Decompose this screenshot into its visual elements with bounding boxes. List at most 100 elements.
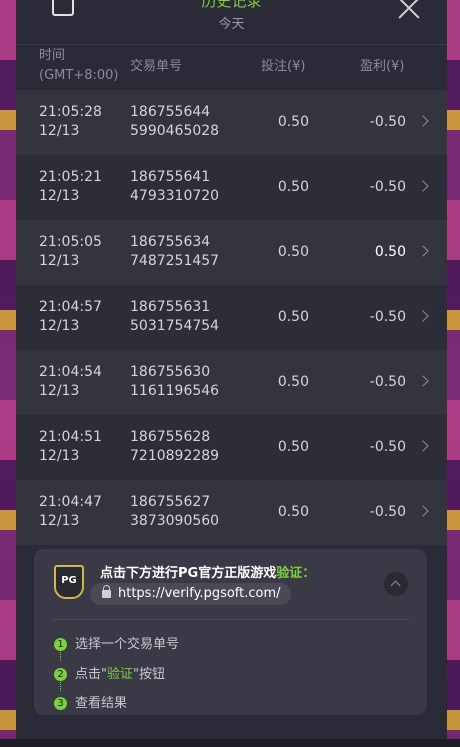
panel-header: 历史记录 今天 [16,0,447,45]
pg-logo: PG [54,565,84,599]
row-date-value: 12/13 [39,188,80,204]
history-row[interactable]: 21:05:21 12/13 186755641 4793310720 0.50 -… [16,155,447,220]
verify-card: PG 点击下方进行PG官方正版游戏验证： https://verify.pgso… [34,549,427,715]
row-profit: -0.50 [369,504,406,520]
background-right [447,0,460,747]
history-row[interactable]: 21:05:28 12/13 186755644 5990465028 0.50 -… [16,90,447,155]
row-order: 186755628 7210892289 [130,428,219,466]
column-header-timezone: (GMT+8:00) [39,68,119,83]
row-bet: 0.50 [277,374,309,390]
row-date-value: 12/13 [39,448,80,464]
row-time: 21:05:21 12/13 [39,168,102,206]
step-connector [60,647,62,661]
row-order-line1: 186755634 [130,234,211,250]
row-order-line1: 186755630 [130,364,211,380]
row-time: 21:04:54 12/13 [39,363,102,401]
row-order: 186755631 5031754754 [130,298,219,336]
row-profit: -0.50 [369,114,406,130]
row-order-line2: 3873090560 [130,513,220,529]
chevron-right-icon [417,245,429,257]
history-list: 21:05:28 12/13 186755644 5990465028 0.50 -… [16,90,447,545]
row-date-value: 12/13 [39,253,80,269]
row-time: 21:04:47 12/13 [39,493,102,531]
close-icon[interactable] [398,0,420,22]
row-date-value: 12/13 [39,318,80,334]
row-date-value: 12/13 [39,383,80,399]
history-panel: 历史记录 今天 时间 (GMT+8:00) 交易单号 投注(¥) 盈利(¥) 2… [16,0,447,739]
history-row[interactable]: 21:04:51 12/13 186755628 7210892289 0.50 -… [16,415,447,480]
row-time-value: 21:04:54 [39,364,102,380]
step-highlight: 验证 [106,667,133,682]
row-order-line1: 186755627 [130,494,211,510]
row-time-value: 21:05:21 [39,169,102,185]
divider [52,619,409,620]
row-order-line2: 7210892289 [130,448,220,464]
step-connector [60,677,62,691]
row-order-line2: 5031754754 [130,318,220,334]
history-row[interactable]: 21:04:57 12/13 186755631 5031754754 0.50 -… [16,285,447,350]
row-order-line2: 5990465028 [130,123,220,139]
row-time-value: 21:04:57 [39,299,102,315]
lock-icon [102,585,111,598]
row-date-value: 12/13 [39,123,80,139]
step-2: 2 点击"验证"按钮 [54,663,165,682]
row-time-value: 21:05:05 [39,234,102,250]
row-bet: 0.50 [277,439,309,455]
row-order: 186755641 4793310720 [130,168,219,206]
row-time-value: 21:05:28 [39,104,102,120]
column-header-time: 时间 (GMT+8:00) [39,46,129,90]
row-profit: -0.50 [369,309,406,325]
row-bet: 0.50 [277,179,309,195]
row-order: 186755630 1161196546 [130,363,219,401]
verify-url-link[interactable]: https://verify.pgsoft.com/ [90,583,291,605]
row-bet: 0.50 [277,244,309,260]
row-time: 21:04:57 12/13 [39,298,102,336]
history-row[interactable]: 21:05:05 12/13 186755634 7487251457 0.50 0… [16,220,447,285]
row-order-line1: 186755631 [130,299,211,315]
row-order: 186755634 7487251457 [130,233,219,271]
row-time: 21:04:51 12/13 [39,428,102,466]
column-header-time-label: 时间 [39,48,66,63]
verify-instruction-highlight: 验证： [276,566,316,581]
row-profit: -0.50 [369,374,406,390]
history-row[interactable]: 21:04:54 12/13 186755630 1161196546 0.50 -… [16,350,447,415]
row-order-line1: 186755644 [130,104,211,120]
chevron-right-icon [417,310,429,322]
row-bet: 0.50 [277,504,309,520]
bottom-bar [0,739,460,747]
collapse-button[interactable] [384,572,408,596]
row-bet: 0.50 [277,309,309,325]
row-order-line1: 186755628 [130,429,211,445]
chevron-right-icon [417,375,429,387]
chevron-right-icon [417,440,429,452]
step-text: 选择一个交易单号 [75,637,180,652]
row-bet: 0.50 [277,114,309,130]
row-order-line2: 1161196546 [130,383,220,399]
chevron-right-icon [417,180,429,192]
row-order-line2: 4793310720 [130,188,220,204]
verify-instruction: 点击下方进行PG官方正版游戏验证： [100,562,315,581]
row-order-line2: 7487251457 [130,253,220,269]
row-time: 21:05:05 12/13 [39,233,102,271]
date-filter-label[interactable]: 今天 [16,13,447,32]
row-profit: 0.50 [374,244,406,260]
step-1: 1 选择一个交易单号 [54,633,179,652]
history-row[interactable]: 21:04:47 12/13 186755627 3873090560 0.50 -… [16,480,447,545]
row-profit: -0.50 [369,179,406,195]
step-3: 3 查看结果 [54,692,127,711]
step-text: 点击" [75,667,107,682]
verify-instruction-text: 点击下方进行PG官方正版游戏 [100,566,277,581]
row-order-line1: 186755641 [130,169,211,185]
row-order: 186755627 3873090560 [130,493,219,531]
step-text-post: "按钮 [133,667,165,682]
row-time: 21:05:28 12/13 [39,103,102,141]
chevron-right-icon [417,505,429,517]
row-date-value: 12/13 [39,513,80,529]
background-left [0,0,16,747]
row-time-value: 21:04:51 [39,429,102,445]
step-text: 查看结果 [75,696,128,711]
step-number: 3 [54,697,67,710]
row-profit: -0.50 [369,439,406,455]
row-time-value: 21:04:47 [39,494,102,510]
page-title: 历史记录 [201,0,262,10]
